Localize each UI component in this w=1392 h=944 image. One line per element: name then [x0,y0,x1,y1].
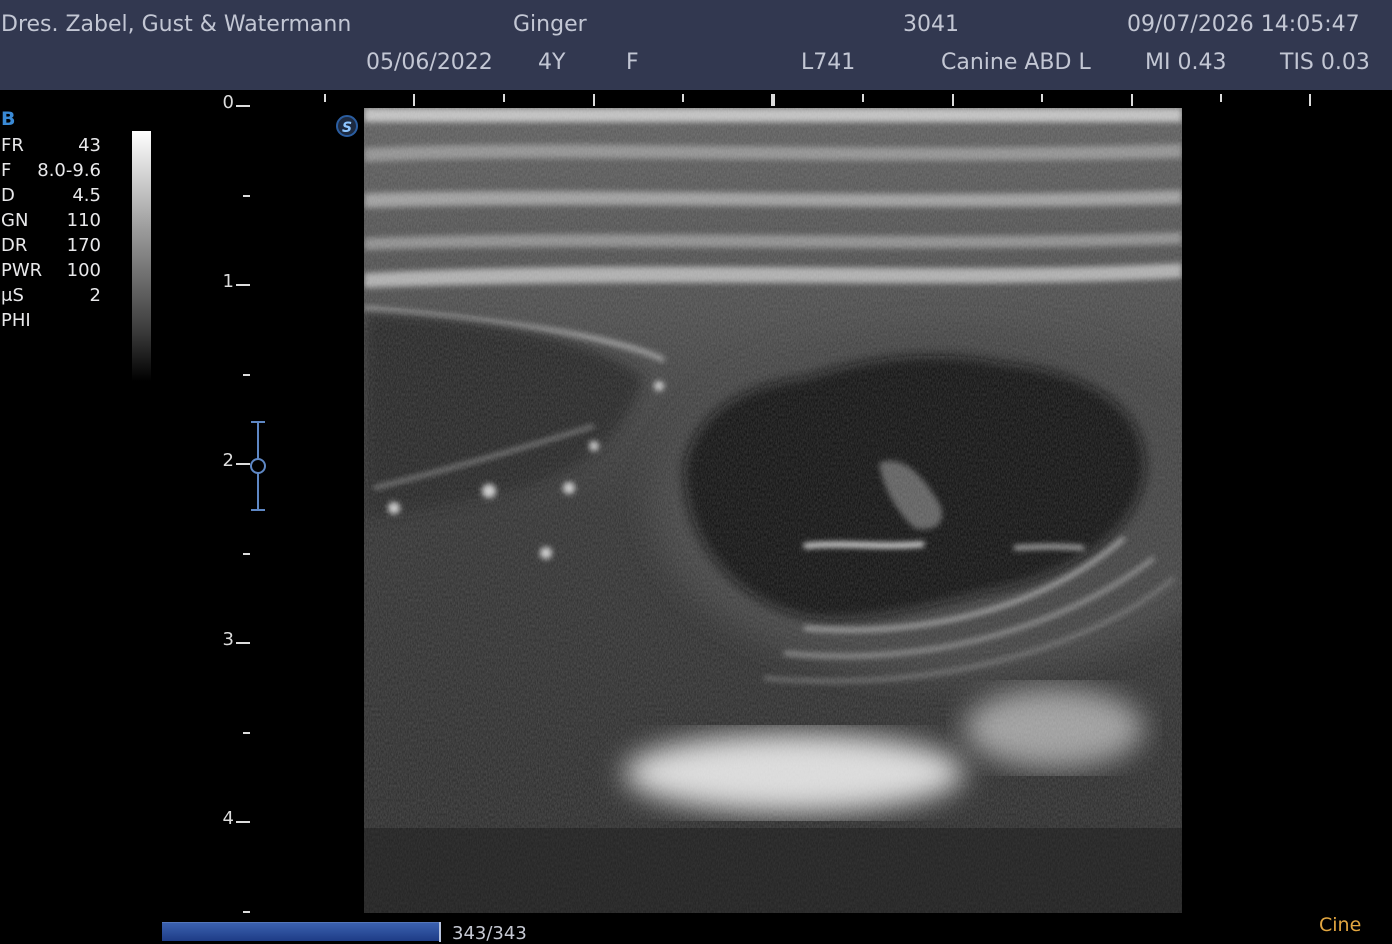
param-value: 100 [66,260,101,281]
lateral-tick [1131,94,1133,106]
thermal-index: TIS 0.03 [1280,50,1370,75]
param-label: PHI [1,310,31,331]
param-value: 4.5 [72,185,101,206]
lateral-tick [1220,94,1222,102]
param-value: 110 [66,210,101,231]
param-row: FR 43 [1,133,101,158]
depth-minor-tick [243,553,250,555]
deep-attenuation [364,828,1182,913]
depth-major-tick [236,642,250,644]
ultrasound-scan-graphic [364,108,1182,913]
mechanical-index: MI 0.43 [1145,50,1227,75]
depth-major-tick [236,284,250,286]
clinic-name: Dres. Zabel, Gust & Watermann [1,12,352,37]
cine-mode-label[interactable]: Cine [1319,914,1361,936]
param-value: 2 [89,285,101,306]
lateral-tick [952,94,954,106]
cine-progress-fill [162,923,440,941]
speckle-texture [364,108,1182,913]
lateral-tick [682,94,684,102]
cine-progress-bar[interactable] [162,922,440,941]
param-label: D [1,185,15,206]
header-bar: Dres. Zabel, Gust & Watermann Ginger 304… [0,0,1392,90]
param-row: μS 2 [1,283,101,308]
param-row: D 4.5 [1,183,101,208]
depth-label: 3 [222,629,234,650]
imaging-parameters: FR 43 F 8.0-9.6 D 4.5 GN 110 DR 170 PWR … [1,133,101,333]
steer-indicator-icon[interactable]: S [336,115,358,137]
lateral-tick [413,94,415,106]
param-row: PHI [1,308,101,333]
cine-frame-counter: 343/343 [452,923,527,944]
depth-major-tick [236,821,250,823]
param-label: FR [1,135,24,156]
lateral-tick [1309,94,1311,106]
depth-label: 2 [222,450,234,471]
param-row: F 8.0-9.6 [1,158,101,183]
patient-name: Ginger [513,12,587,37]
param-label: PWR [1,260,43,281]
grayscale-map-bar [132,131,151,381]
imaging-mode-label: B [1,108,16,130]
patient-id: 3041 [903,12,959,37]
param-label: GN [1,210,29,231]
cine-progress-handle[interactable] [439,922,441,942]
lateral-tick [1041,94,1043,102]
depth-minor-tick [243,195,250,197]
depth-major-tick [236,105,250,107]
lateral-tick [593,94,595,106]
depth-major-tick [236,463,250,465]
focus-position-handle[interactable] [250,458,266,474]
depth-minor-tick [243,911,250,913]
patient-sex: F [626,50,639,75]
param-label: F [1,160,12,181]
birth-date: 05/06/2022 [366,50,493,75]
depth-minor-tick [243,374,250,376]
focus-marker-cap-bottom [251,509,265,511]
depth-label: 0 [222,92,234,113]
probe-name: L741 [801,50,856,75]
exam-preset: Canine ABD L [941,50,1091,75]
param-label: DR [1,235,28,256]
lateral-tick [324,94,326,102]
param-value: 8.0-9.6 [37,160,101,181]
lateral-tick [862,94,864,102]
param-row: GN 110 [1,208,101,233]
lateral-tick [503,94,505,102]
param-row: DR 170 [1,233,101,258]
param-row: PWR 100 [1,258,101,283]
param-value: 170 [66,235,101,256]
exam-datetime: 09/07/2026 14:05:47 [1127,12,1360,37]
param-label: μS [1,285,24,306]
focus-marker-cap-top [251,421,265,423]
param-value: 43 [78,135,101,156]
lateral-center-tick [771,94,775,106]
depth-label: 4 [222,808,234,829]
depth-label: 1 [222,271,234,292]
depth-minor-tick [243,732,250,734]
ultrasound-image[interactable] [364,108,1182,913]
patient-age: 4Y [538,50,566,75]
